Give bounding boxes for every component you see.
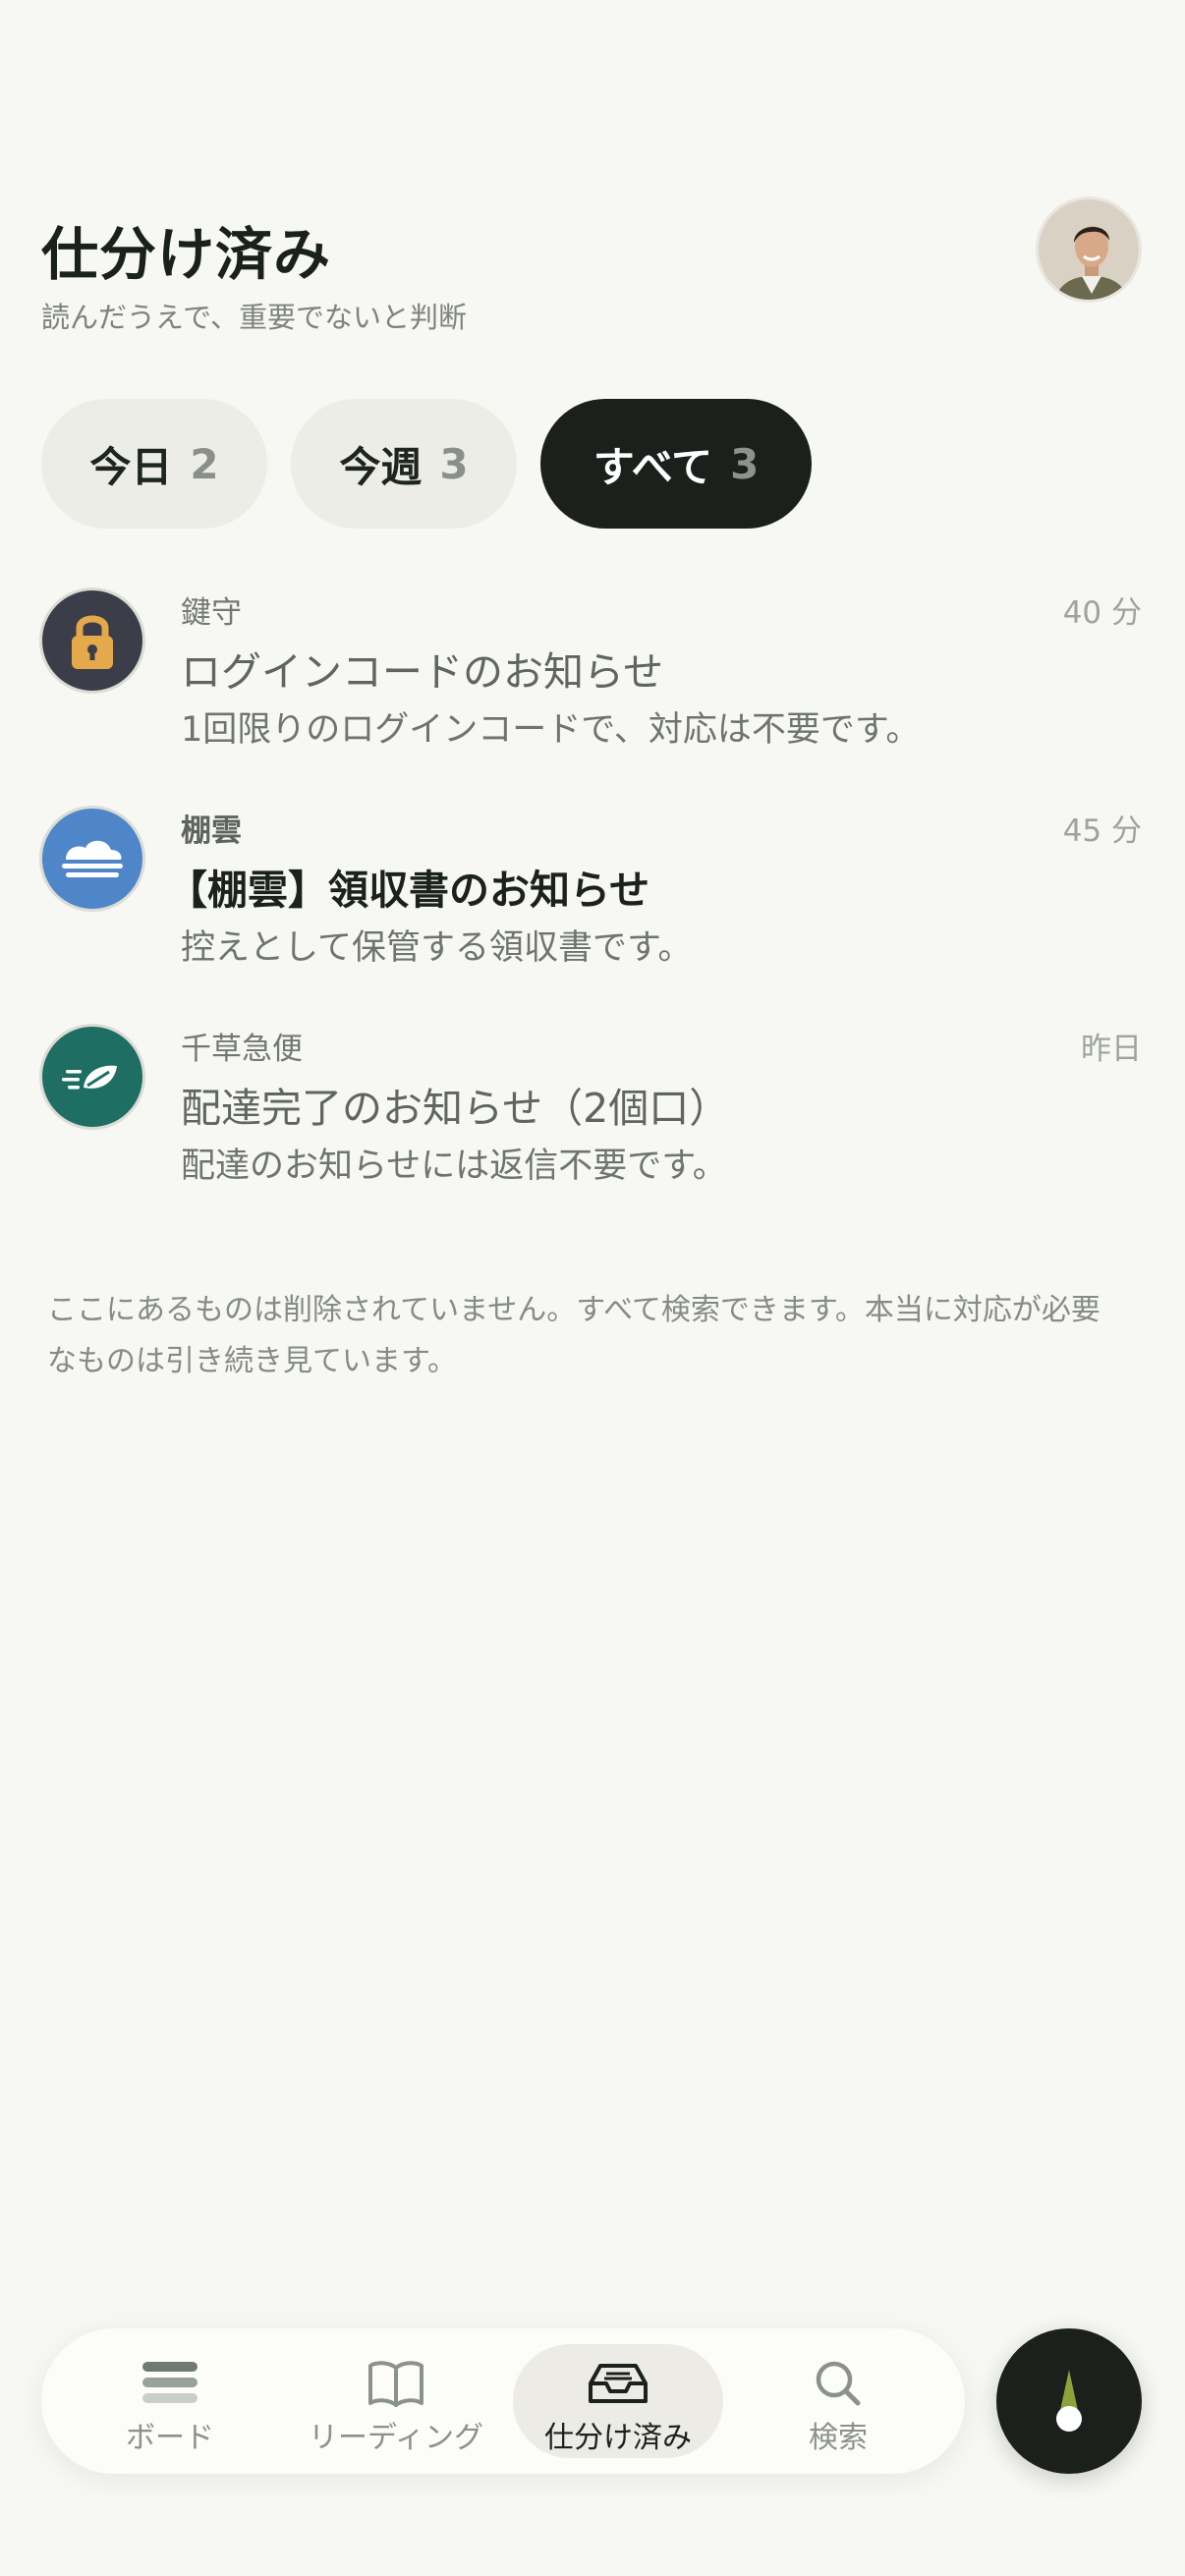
nav-board[interactable]: ボード	[65, 2344, 275, 2458]
filter-label: すべて	[592, 442, 713, 491]
nav-label: ボード	[126, 2421, 214, 2455]
timestamp: 45 分	[1062, 813, 1142, 849]
compass-button[interactable]	[996, 2328, 1142, 2474]
page-subtitle: 読んだうえで、重要でないと判断	[41, 301, 467, 334]
info-note: ここにあるものは削除されていません。すべて検索できます。本当に対応が必要なものは…	[47, 1293, 1100, 1378]
subject: 配達完了のお知らせ（2個口）	[181, 1085, 730, 1132]
nav-label: 検索	[809, 2421, 868, 2455]
list-item[interactable]: 千草急便 昨日 配達完了のお知らせ（2個口） 配達のお知らせには返信不要です。	[0, 1024, 1185, 1220]
lock-icon	[39, 588, 145, 694]
cloud-icon	[39, 806, 145, 912]
avatar[interactable]	[1036, 196, 1142, 303]
subject: ログインコードのお知らせ	[181, 648, 664, 696]
preview: 控えとして保管する領収書です。	[181, 928, 693, 968]
filter-count: 3	[730, 439, 760, 488]
nav-reading[interactable]: リーディング	[291, 2344, 501, 2458]
filter-count: 2	[190, 439, 219, 488]
subject: 【棚雲】領収書のお知らせ	[167, 867, 650, 914]
nav-label: リーディング	[309, 2421, 483, 2455]
compass-icon	[1056, 2370, 1082, 2432]
search-icon	[807, 2354, 870, 2413]
filter-label: 今日	[89, 442, 173, 491]
timestamp: 40 分	[1062, 595, 1142, 631]
bottom-nav: ボード リーディング 仕分け済み 検索	[41, 2328, 965, 2474]
preview: 配達のお知らせには返信不要です。	[181, 1147, 727, 1186]
filter-count: 3	[439, 439, 469, 488]
sender-name: 千草急便	[181, 1032, 303, 1067]
nav-label: 仕分け済み	[544, 2421, 692, 2455]
board-icon	[139, 2354, 201, 2413]
sender-name: 棚雲	[181, 813, 242, 849]
inbox-tray-icon	[587, 2354, 649, 2413]
list-item[interactable]: 鍵守 40 分 ログインコードのお知らせ 1回限りのログインコードで、対応は不要…	[0, 588, 1185, 784]
page-title: 仕分け済み	[41, 221, 332, 288]
sender-name: 鍵守	[181, 595, 242, 631]
preview: 1回限りのログインコードで、対応は不要です。	[181, 710, 921, 750]
filter-today[interactable]: 今日 2	[41, 399, 267, 529]
filter-tabs: 今日 2 今週 3 すべて 3	[41, 399, 812, 529]
timestamp: 昨日	[1081, 1032, 1142, 1067]
nav-search[interactable]: 検索	[733, 2344, 943, 2458]
nav-sorted[interactable]: 仕分け済み	[513, 2344, 723, 2458]
leaf-icon	[39, 1024, 145, 1130]
book-icon	[365, 2354, 427, 2413]
filter-all[interactable]: すべて 3	[540, 399, 812, 529]
filter-label: 今週	[339, 442, 423, 491]
list-item[interactable]: 棚雲 45 分 【棚雲】領収書のお知らせ 控えとして保管する領収書です。	[0, 806, 1185, 1002]
filter-this-week[interactable]: 今週 3	[291, 399, 517, 529]
